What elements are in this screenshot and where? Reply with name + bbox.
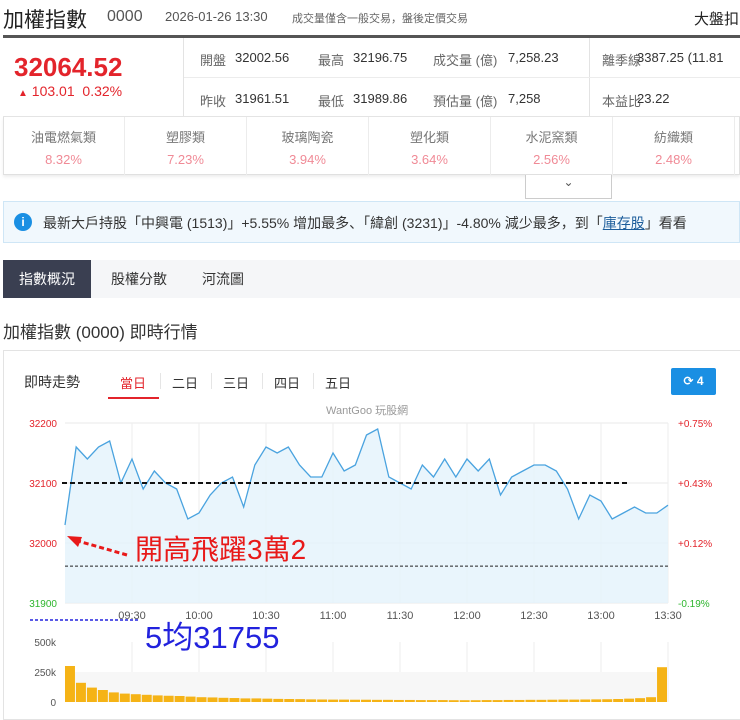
volume-bar — [361, 699, 371, 702]
volume-bar — [141, 694, 152, 702]
annotation-blue: 5均31755 — [145, 620, 280, 655]
volume-bar — [174, 696, 185, 702]
volume-bar — [328, 699, 339, 702]
volume-bar — [646, 697, 657, 702]
volume-bar — [163, 695, 174, 702]
volume-bar — [108, 692, 119, 702]
volume-bar — [624, 698, 635, 702]
volume-bar — [251, 698, 262, 702]
volume-bar — [470, 700, 481, 702]
volume-bar — [262, 698, 273, 702]
volume-bar — [547, 699, 558, 702]
volume-bar — [86, 687, 97, 702]
volume-bar — [185, 696, 196, 702]
volume-tick-label: 0 — [50, 698, 56, 709]
volume-bar — [371, 699, 382, 702]
y2-tick-label: +0.12% — [678, 539, 712, 550]
x-tick-label: 12:00 — [453, 610, 481, 622]
volume-bar — [284, 699, 295, 702]
x-tick-label: 13:00 — [587, 610, 615, 622]
volume-bar — [492, 700, 503, 702]
volume-bar — [459, 700, 470, 702]
y-tick-label: 31900 — [29, 599, 57, 610]
volume-bar — [229, 698, 240, 702]
volume-bar — [207, 697, 218, 702]
volume-bar — [306, 699, 317, 702]
y2-tick-label: +0.75% — [678, 419, 712, 430]
volume-bar — [130, 694, 141, 702]
y-tick-label: 32000 — [29, 539, 57, 550]
y2-tick-label: +0.43% — [678, 479, 712, 490]
x-tick-label: 11:00 — [320, 610, 347, 622]
volume-tick-label: 500k — [34, 638, 57, 649]
volume-bar — [382, 699, 393, 702]
volume-bar — [503, 699, 514, 702]
y-tick-label: 32100 — [29, 479, 57, 490]
volume-bar — [240, 698, 251, 702]
volume-bar — [569, 699, 580, 702]
volume-bar — [75, 682, 86, 702]
volume-bar — [152, 695, 163, 702]
volume-bar — [119, 693, 130, 702]
x-tick-label: 11:30 — [387, 610, 414, 622]
volume-bar — [273, 698, 284, 702]
volume-bar — [218, 697, 229, 702]
volume-bar — [339, 699, 350, 702]
volume-bar — [525, 699, 536, 702]
volume-bar — [558, 699, 569, 702]
volume-bar — [657, 667, 667, 702]
y-tick-label: 32200 — [29, 419, 57, 430]
volume-bar — [317, 699, 328, 702]
x-tick-label: 12:30 — [520, 610, 548, 622]
volume-bar — [635, 698, 646, 702]
volume-bar — [196, 697, 207, 702]
volume-bar — [350, 699, 361, 702]
volume-bar — [514, 699, 525, 702]
volume-bar — [448, 700, 459, 702]
intraday-chart: 32200 +0.75% 32100 +0.43% 32000 +0.12% 31900 -0… — [29, 419, 712, 709]
volume-bar — [65, 666, 75, 702]
x-tick-label: 13:30 — [654, 610, 682, 622]
volume-bar — [295, 699, 306, 702]
volume-bar — [613, 699, 624, 702]
volume-bar — [415, 700, 426, 702]
volume-bar — [591, 699, 602, 702]
volume-bar — [97, 690, 108, 702]
y2-tick-label: -0.19% — [678, 599, 710, 610]
volume-bar — [426, 700, 437, 702]
volume-bar — [393, 699, 404, 702]
volume-bar — [602, 699, 613, 702]
volume-bar — [536, 699, 547, 702]
volume-bar — [481, 700, 492, 702]
volume-bar — [437, 700, 448, 702]
volume-tick-label: 250k — [34, 668, 57, 679]
volume-bar — [404, 699, 415, 702]
volume-bar — [580, 699, 591, 702]
annotation-red: 開高飛躍3萬2 — [135, 534, 307, 565]
